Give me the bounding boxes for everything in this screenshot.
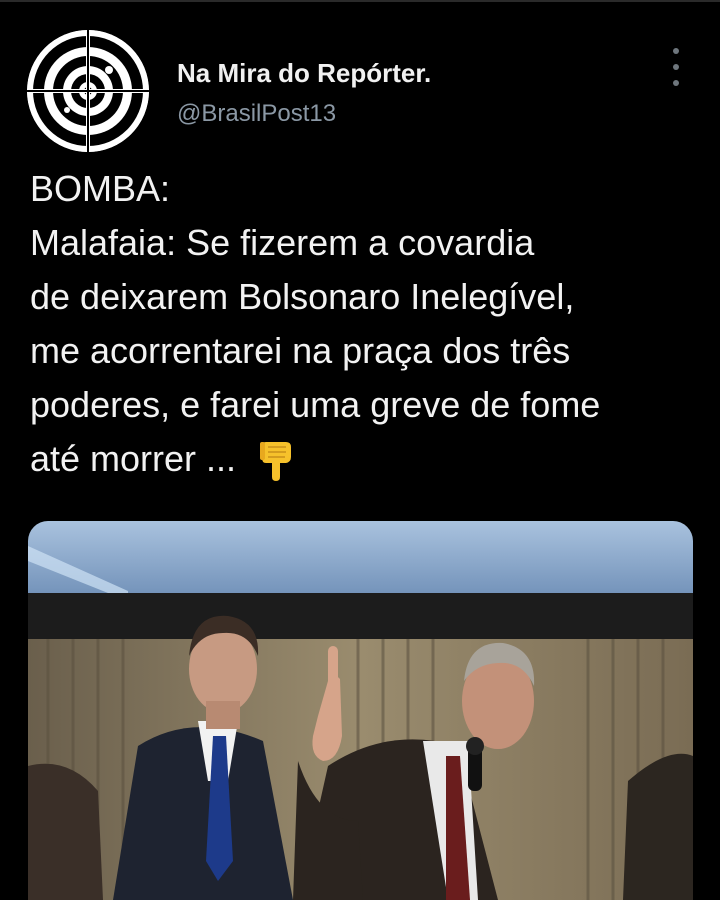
tweet-text: BOMBA: Malafaia: Se fizerem a covardia d… — [30, 162, 700, 486]
tweet-line: BOMBA: — [30, 168, 171, 209]
tweet-line-last: até morrer ... — [30, 432, 700, 486]
tweet-line: poderes, e farei uma greve de fome — [30, 384, 601, 425]
tweet-line: até morrer ... — [30, 438, 237, 479]
tweet-media-photo[interactable] — [28, 521, 693, 900]
tweet-line: Malafaia: Se fizerem a covardia — [30, 222, 535, 263]
avatar[interactable] — [27, 30, 149, 152]
pointing-down-hand-emoji — [256, 441, 294, 482]
tweet-line: me acorrentarei na praça dos três — [30, 330, 571, 371]
author-name[interactable]: Na Mira do Repórter. — [177, 58, 431, 89]
more-options-icon[interactable] — [664, 48, 688, 86]
author-handle[interactable]: @BrasilPost13 — [177, 100, 336, 128]
top-divider — [0, 0, 720, 2]
target-icon — [27, 30, 149, 152]
tweet-line: de deixarem Bolsonaro Inelegível, — [30, 276, 575, 317]
photo-image — [28, 521, 693, 900]
